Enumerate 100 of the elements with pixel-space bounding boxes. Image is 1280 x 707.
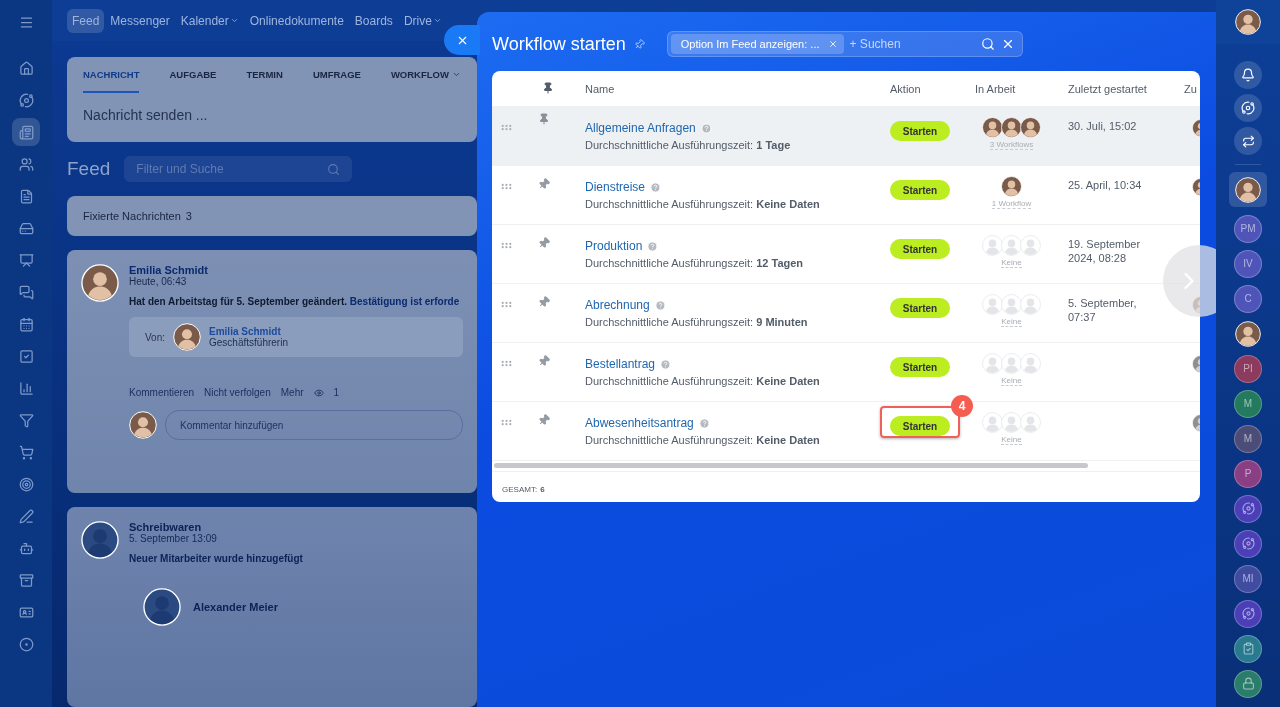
- author-name[interactable]: Schreibwaren: [129, 521, 463, 533]
- post-action[interactable]: Nicht verfolgen: [204, 387, 271, 398]
- start-button[interactable]: Starten: [890, 180, 950, 200]
- user-avatar: [129, 411, 157, 439]
- remove-icon: [827, 39, 838, 49]
- workflow-count[interactable]: Keine: [1001, 317, 1022, 327]
- post-time: Heute, 06:43: [129, 276, 188, 287]
- help-icon[interactable]: [698, 417, 710, 429]
- post-text: Hat den Arbeitstag für 5. September geändert. Bestätigung ist erforde: [129, 295, 461, 309]
- total-count: 6: [540, 485, 545, 494]
- start-button[interactable]: Starten: [890, 121, 950, 141]
- employee-name[interactable]: Alexander Meier: [193, 601, 278, 613]
- last-started: 19. September 2024, 08:28: [1067, 237, 1142, 265]
- message-placeholder[interactable]: Nachricht senden ...: [83, 107, 461, 123]
- user-avatar: [1001, 176, 1022, 197]
- nav-tab[interactable]: Messenger: [105, 8, 175, 33]
- user-avatar: [982, 353, 1003, 374]
- search-field[interactable]: Option Im Feed anzeigen: ... + Suchen: [666, 31, 1023, 57]
- start-button[interactable]: Starten: [890, 357, 950, 377]
- sender-role: Geschäftsführerin: [209, 337, 289, 348]
- user-avatar: [1020, 235, 1041, 256]
- pin-icon: [542, 81, 554, 94]
- comment-field[interactable]: Kommentar hinzufügen: [165, 410, 463, 440]
- column-header: Aktion: [889, 82, 922, 95]
- user-avatar: [1001, 412, 1022, 433]
- workflow-name[interactable]: Produktion: [585, 239, 643, 253]
- workflow-name[interactable]: Abwesenheitsantrag: [585, 416, 694, 430]
- close-button[interactable]: [444, 25, 480, 55]
- workflow-name[interactable]: Dienstreise: [585, 180, 646, 194]
- author-name[interactable]: Emilia Schmidt: [129, 264, 463, 276]
- composer-tab[interactable]: WORKFLOW: [390, 57, 461, 93]
- newspaper-icon[interactable]: [12, 118, 40, 146]
- author-avatar: [81, 521, 119, 559]
- user-avatar: [982, 117, 1003, 138]
- panel-title: Workflow starten: [492, 33, 626, 55]
- nav-tab[interactable]: Feed: [67, 8, 105, 33]
- user-avatar: [1235, 9, 1261, 35]
- pinned-bar[interactable]: Fixierte Nachrichten 3: [67, 196, 477, 236]
- help-icon[interactable]: [660, 358, 672, 370]
- start-button[interactable]: Starten: [890, 298, 950, 318]
- user-avatar: [1020, 117, 1041, 138]
- chat-item[interactable]: [1229, 172, 1267, 207]
- chat-avatar: [1235, 320, 1261, 347]
- start-button[interactable]: Starten: [890, 416, 950, 436]
- user-avatar: [1001, 294, 1022, 315]
- nav-tab[interactable]: Onlinedokumente: [244, 8, 349, 33]
- workflow-count[interactable]: Keine: [1001, 376, 1022, 386]
- post-text: Neuer Mitarbeiter wurde hinzugefügt: [129, 552, 304, 566]
- nav-tab[interactable]: Boards: [349, 8, 398, 33]
- user-avatar: [1020, 412, 1041, 433]
- sender-name[interactable]: Emilia Schmidt: [209, 326, 447, 337]
- duration-text: Durchschnittliche Ausführungszeit: 12 Tagen: [585, 257, 804, 269]
- from-label: Von:: [145, 331, 166, 343]
- user-avatar: [1020, 294, 1041, 315]
- confirm-link[interactable]: Bestätigung ist erforde: [349, 296, 460, 307]
- user-avatar: [1001, 117, 1022, 138]
- user-avatar: [982, 235, 1003, 256]
- pinned-label: Fixierte Nachrichten: [83, 210, 181, 222]
- composer-tab[interactable]: TERMIN: [246, 57, 283, 93]
- workflow-count[interactable]: 1 Workflow: [991, 199, 1032, 209]
- post-action[interactable]: Mehr: [280, 387, 304, 398]
- column-header: Zuletzt gestartet: [1067, 82, 1148, 95]
- help-icon[interactable]: [647, 240, 659, 252]
- post-action[interactable]: Kommentieren: [129, 387, 195, 398]
- chat-button[interactable]: [1234, 127, 1262, 155]
- search-icon: [327, 162, 341, 176]
- workflow-count[interactable]: Keine: [1001, 435, 1022, 445]
- composer-tab[interactable]: UMFRAGE: [312, 57, 361, 93]
- help-icon[interactable]: [654, 299, 666, 311]
- assistant-button[interactable]: [1234, 94, 1262, 122]
- duration-text: Durchschnittliche Ausführungszeit: Keine Daten: [585, 434, 820, 446]
- last-started: 5. September, 07:37: [1067, 296, 1138, 324]
- duration-text: Durchschnittliche Ausführungszeit: 1 Tage: [585, 139, 791, 151]
- workflow-name[interactable]: Abrechnung: [585, 298, 650, 312]
- user-avatar: [1001, 353, 1022, 374]
- composer-tab[interactable]: AUFGABE: [169, 57, 217, 93]
- composer-tab[interactable]: NACHRICHT: [83, 57, 140, 93]
- workflow-name[interactable]: Bestellantrag: [585, 357, 656, 371]
- help-icon[interactable]: [650, 181, 662, 193]
- last-started: 25. April, 10:34: [1067, 178, 1143, 192]
- views-icon: [313, 387, 324, 398]
- feed-title: Feed: [67, 158, 111, 180]
- search-field[interactable]: Filter und Suche: [124, 156, 353, 182]
- user-avatar: [982, 294, 1003, 315]
- workflow-count[interactable]: Keine: [1001, 258, 1022, 268]
- step-badge: 4: [951, 395, 973, 417]
- chat-avatar: [1235, 176, 1261, 203]
- scrollbar[interactable]: [494, 463, 1088, 468]
- nav-tab[interactable]: Kalender: [175, 8, 244, 33]
- pin-icon[interactable]: [538, 113, 550, 125]
- filter-chip[interactable]: Option Im Feed anzeigen: ...: [670, 34, 844, 54]
- view-count: 1: [333, 387, 340, 398]
- duration-text: Durchschnittliche Ausführungszeit: 9 Minuten: [585, 316, 808, 328]
- user-avatar: [982, 412, 1003, 433]
- help-icon[interactable]: [700, 122, 712, 134]
- workflow-name[interactable]: Allgemeine Anfragen: [585, 121, 696, 135]
- duration-text: Durchschnittliche Ausführungszeit: Keine Daten: [585, 375, 820, 387]
- start-button[interactable]: Starten: [890, 239, 950, 259]
- nav-tab[interactable]: Drive: [398, 8, 447, 33]
- notification-button[interactable]: [1234, 61, 1262, 89]
